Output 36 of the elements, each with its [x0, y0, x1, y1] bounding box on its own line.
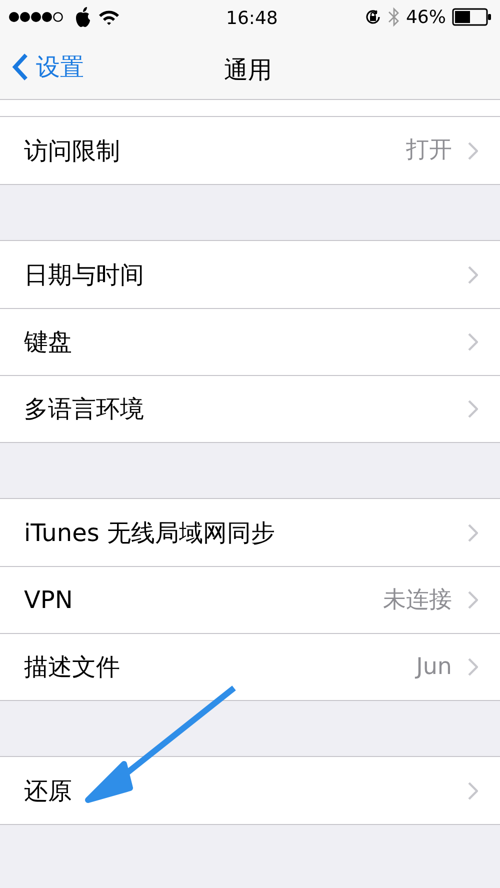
- chevron-right-icon: [468, 400, 478, 418]
- chevron-right-icon: [468, 524, 478, 542]
- settings-row[interactable]: 键盘: [0, 308, 500, 375]
- row-label: 键盘: [24, 327, 73, 358]
- row-value: Jun: [416, 652, 452, 682]
- row-value: 未连接: [383, 586, 452, 615]
- chevron-right-icon: [468, 658, 478, 676]
- settings-row[interactable]: 多语言环境: [0, 375, 500, 442]
- chevron-right-icon: [468, 142, 478, 160]
- chevron-left-icon: [12, 52, 28, 80]
- row-value: 打开: [406, 136, 452, 166]
- bluetooth-icon: [388, 7, 400, 27]
- row-label: 多语言环境: [24, 394, 145, 425]
- settings-row[interactable]: VPN 未连接: [0, 566, 500, 633]
- nav-title: 通用: [224, 55, 272, 86]
- chevron-right-icon: [468, 591, 478, 609]
- settings-row[interactable]: 访问限制 打开: [0, 117, 500, 184]
- wifi-icon: [98, 9, 120, 25]
- settings-row[interactable]: 还原: [0, 757, 500, 824]
- chevron-right-icon: [468, 266, 478, 284]
- row-label: 描述文件: [24, 652, 121, 683]
- battery-percent: 46%: [406, 6, 446, 30]
- row-label: 访问限制: [24, 136, 121, 166]
- battery-icon: [452, 8, 492, 26]
- row-label: VPN: [24, 585, 74, 616]
- apple-icon: [74, 6, 92, 28]
- rotation-lock-icon: [364, 8, 382, 26]
- chevron-right-icon: [468, 782, 478, 800]
- time: 16:48: [226, 7, 278, 31]
- chevron-right-icon: [468, 333, 478, 351]
- back-button[interactable]: 设置: [0, 48, 84, 84]
- settings-row[interactable]: 日期与时间: [0, 241, 500, 308]
- settings-row[interactable]: iTunes 无线局域网同步: [0, 499, 500, 566]
- row-label: 还原: [24, 776, 73, 806]
- row-label: 日期与时间: [24, 260, 145, 290]
- row-label: iTunes 无线局域网同步: [24, 518, 276, 548]
